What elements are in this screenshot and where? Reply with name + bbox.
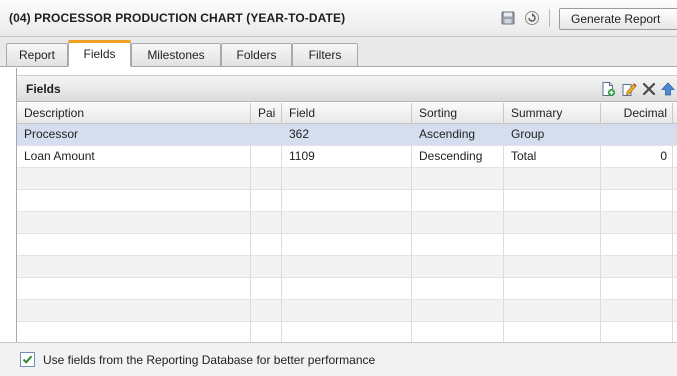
cell-description: Loan Amount xyxy=(17,146,251,168)
cell-summary: Group xyxy=(504,124,601,146)
cell-summary: Total xyxy=(504,146,601,168)
reporting-database-label: Use fields from the Reporting Database f… xyxy=(43,353,376,367)
toolbar-separator xyxy=(549,9,550,27)
tab-fields[interactable]: Fields xyxy=(68,40,131,67)
tab-report[interactable]: Report xyxy=(6,43,68,67)
title-bar: (04) PROCESSOR PRODUCTION CHART (YEAR-TO… xyxy=(0,0,677,37)
tab-milestones[interactable]: Milestones xyxy=(131,43,221,67)
table-row[interactable]: Loan Amount 1109 Descending Total 0 xyxy=(17,146,677,168)
empty-table-row xyxy=(17,212,677,234)
report-title: (04) PROCESSOR PRODUCTION CHART (YEAR-TO… xyxy=(9,11,346,25)
column-header-field[interactable]: Field xyxy=(282,103,412,124)
table-row[interactable]: Processor 362 Ascending Group xyxy=(17,124,677,146)
empty-table-row xyxy=(17,256,677,278)
tab-folders[interactable]: Folders xyxy=(221,43,292,67)
tab-bar: Report Fields Milestones Folders Filters xyxy=(0,37,677,67)
empty-table-row xyxy=(17,278,677,300)
reporting-database-checkbox[interactable] xyxy=(20,352,35,367)
cell-sorting: Ascending xyxy=(412,124,504,146)
footer-bar: Use fields from the Reporting Database f… xyxy=(0,342,677,376)
edit-icon[interactable] xyxy=(621,81,637,97)
column-header-decimal[interactable]: Decimal xyxy=(601,103,673,124)
cell-description: Processor xyxy=(17,124,251,146)
cell-field: 1109 xyxy=(282,146,412,168)
column-header-pai[interactable]: Pai xyxy=(251,103,282,124)
new-icon[interactable] xyxy=(600,81,616,97)
fields-panel-header: Fields xyxy=(17,75,677,102)
fields-table-body: Processor 362 Ascending Group Loan Amoun… xyxy=(17,124,677,344)
column-header-summary[interactable]: Summary xyxy=(504,103,601,124)
cell-field: 362 xyxy=(282,124,412,146)
save-icon[interactable] xyxy=(500,10,516,26)
cell-pai xyxy=(251,146,282,168)
empty-table-row xyxy=(17,234,677,256)
reset-icon[interactable] xyxy=(524,10,540,26)
cell-sorting: Descending xyxy=(412,146,504,168)
empty-table-row xyxy=(17,190,677,212)
empty-table-row xyxy=(17,168,677,190)
delete-icon[interactable] xyxy=(641,81,657,97)
empty-table-row xyxy=(17,322,677,344)
tab-filters[interactable]: Filters xyxy=(292,43,358,67)
column-header-description[interactable]: Description xyxy=(17,103,251,124)
checkmark-icon xyxy=(22,355,33,364)
table-header: Description Pai Field Sorting Summary De… xyxy=(17,103,677,124)
empty-table-row xyxy=(17,300,677,322)
column-header-sorting[interactable]: Sorting xyxy=(412,103,504,124)
cell-pai xyxy=(251,124,282,146)
fields-panel-title: Fields xyxy=(26,82,61,96)
generate-report-button[interactable]: Generate Report xyxy=(559,8,677,30)
cell-decimal xyxy=(601,124,673,146)
fields-panel: Fields Description Pai Field Sorting Sum… xyxy=(16,68,677,376)
move-up-icon[interactable] xyxy=(660,81,676,97)
cell-decimal: 0 xyxy=(601,146,673,168)
